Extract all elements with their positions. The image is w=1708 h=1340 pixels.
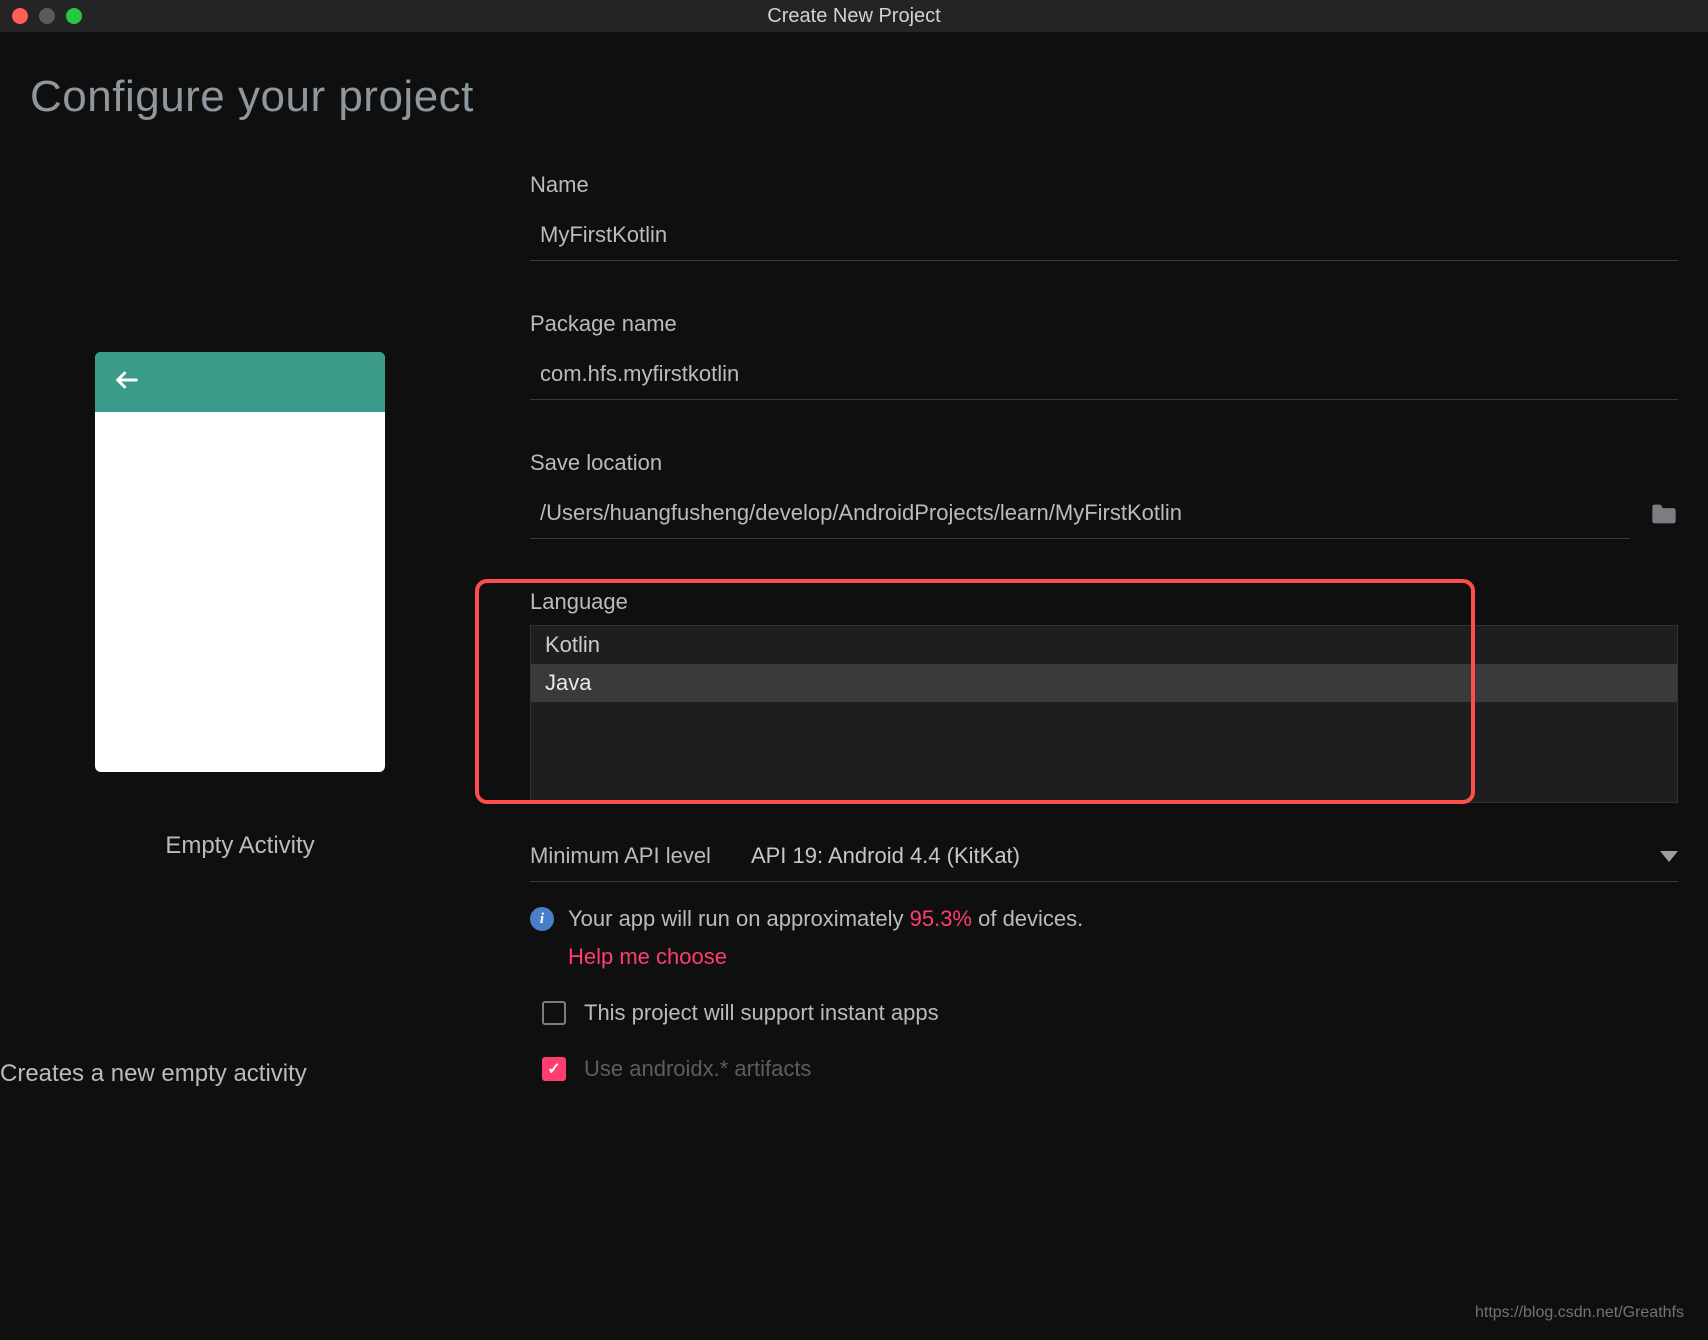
traffic-lights bbox=[12, 8, 82, 24]
titlebar: Create New Project bbox=[0, 0, 1708, 32]
location-input[interactable] bbox=[530, 494, 1630, 539]
dropdown-spacer bbox=[531, 702, 1677, 802]
language-dropdown[interactable]: Kotlin Java bbox=[530, 625, 1678, 803]
info-icon: i bbox=[530, 907, 554, 931]
maximize-window-button[interactable] bbox=[66, 8, 82, 24]
folder-icon[interactable] bbox=[1650, 502, 1678, 531]
chevron-down-icon bbox=[1660, 843, 1678, 869]
preview-label: Empty Activity bbox=[165, 832, 314, 860]
instant-apps-checkbox[interactable] bbox=[542, 1001, 566, 1025]
name-input[interactable] bbox=[530, 216, 1678, 261]
window-title: Create New Project bbox=[767, 5, 940, 28]
language-option-java[interactable]: Java bbox=[531, 664, 1677, 702]
close-window-button[interactable] bbox=[12, 8, 28, 24]
api-level-value: API 19: Android 4.4 (KitKat) bbox=[751, 843, 1020, 869]
language-option-kotlin[interactable]: Kotlin bbox=[531, 626, 1677, 664]
location-label: Save location bbox=[530, 450, 1678, 476]
instant-apps-label: This project will support instant apps bbox=[584, 1000, 939, 1026]
preview-toolbar bbox=[95, 352, 385, 412]
androidx-checkbox[interactable] bbox=[542, 1057, 566, 1081]
preview-description: Creates a new empty activity bbox=[0, 1060, 307, 1088]
api-level-label: Minimum API level bbox=[530, 843, 711, 869]
help-me-choose-link[interactable]: Help me choose bbox=[568, 944, 1678, 970]
name-label: Name bbox=[530, 172, 1678, 198]
package-label: Package name bbox=[530, 311, 1678, 337]
device-coverage-percent: 95.3% bbox=[910, 906, 972, 931]
back-arrow-icon bbox=[113, 366, 141, 399]
activity-preview bbox=[95, 352, 385, 772]
watermark: https://blog.csdn.net/Greathfs bbox=[1475, 1304, 1684, 1322]
api-level-select[interactable]: API 19: Android 4.4 (KitKat) bbox=[751, 843, 1678, 869]
minimize-window-button[interactable] bbox=[39, 8, 55, 24]
device-coverage-text: Your app will run on approximately 95.3%… bbox=[568, 906, 1083, 932]
package-input[interactable] bbox=[530, 355, 1678, 400]
androidx-label: Use androidx.* artifacts bbox=[584, 1056, 811, 1082]
language-label: Language bbox=[530, 589, 1678, 615]
page-title: Configure your project bbox=[30, 72, 1678, 122]
